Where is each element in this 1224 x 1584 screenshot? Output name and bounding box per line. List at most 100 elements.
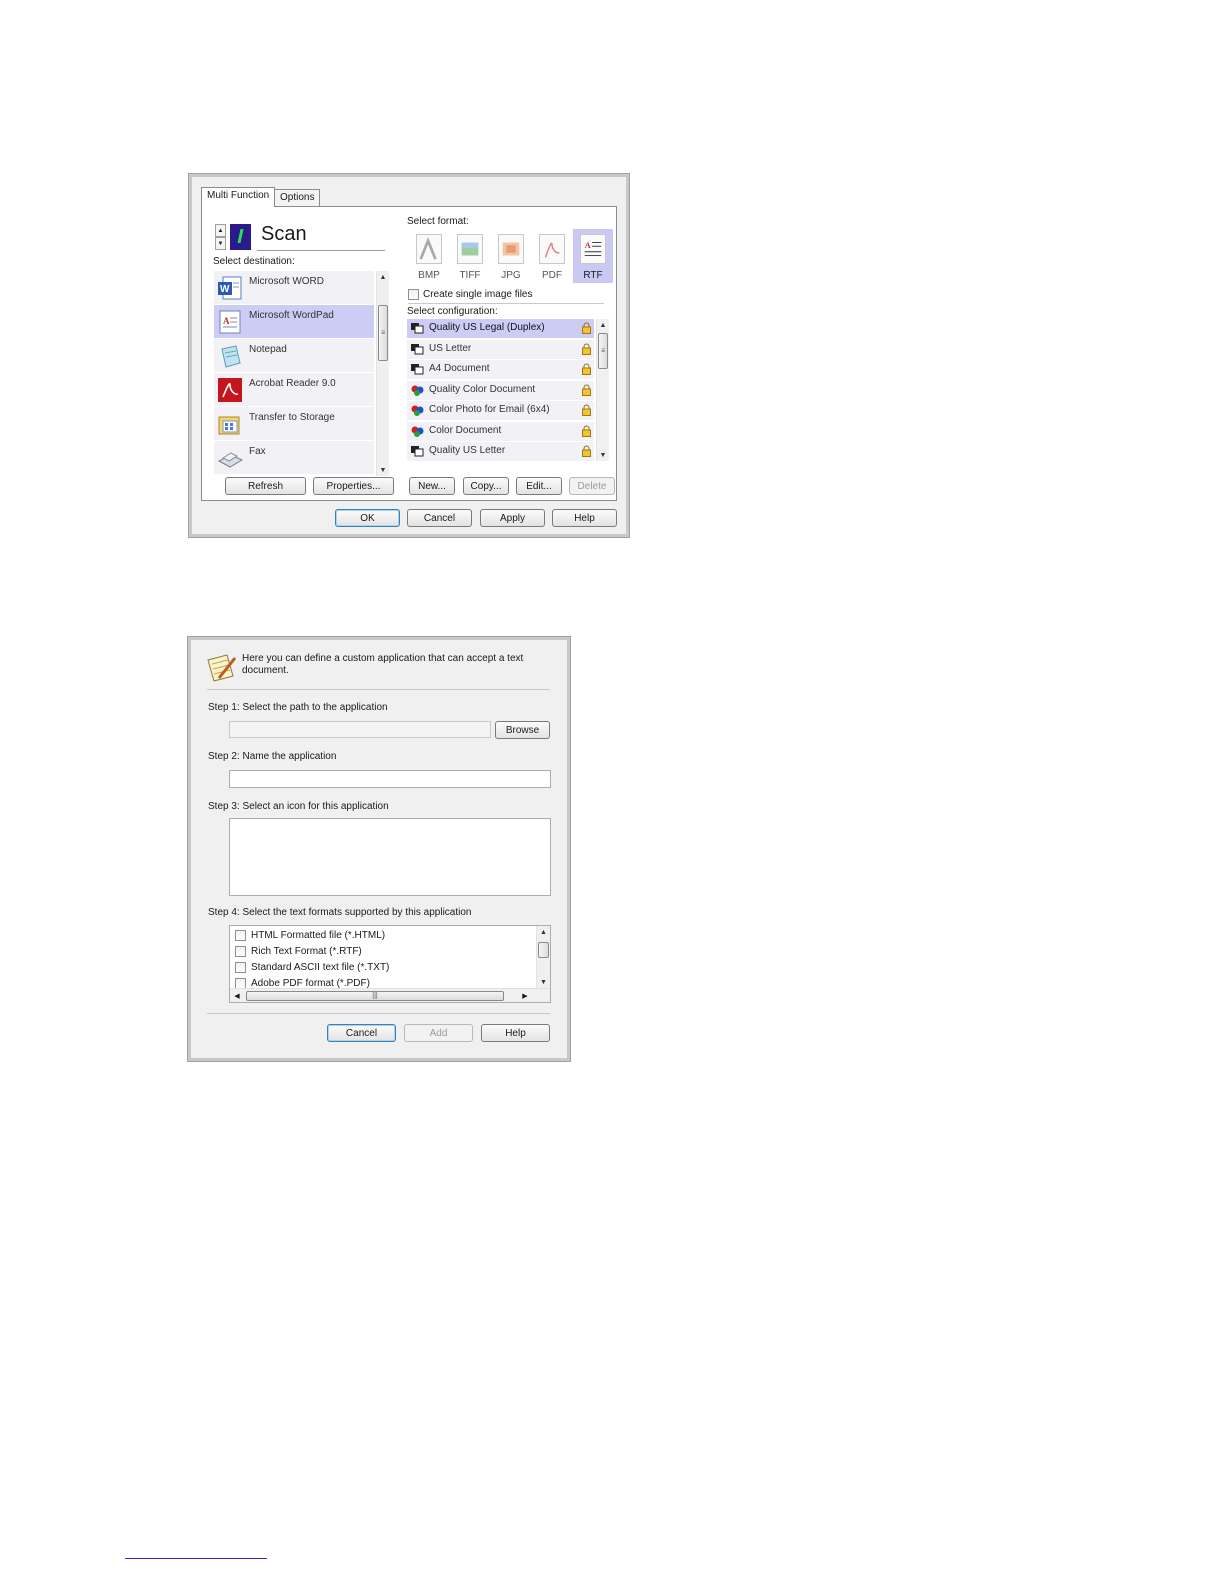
intro-line-1: Here you can define a custom application… xyxy=(242,653,524,664)
custom-application-dialog: Here you can define a custom application… xyxy=(187,636,571,1062)
bw-config-icon xyxy=(411,323,424,334)
destination-item-word[interactable]: W Microsoft WORD xyxy=(214,271,374,304)
configuration-list[interactable]: Quality US Legal (Duplex) US Letter A4 Doc… xyxy=(407,319,610,461)
format-item-html[interactable]: HTML Formatted file (*.HTML) xyxy=(235,928,385,943)
properties-button[interactable]: Properties... xyxy=(313,477,394,495)
format-item-label: Standard ASCII text file (*.TXT) xyxy=(251,962,390,973)
destination-item-wordpad[interactable]: A Microsoft WordPad xyxy=(214,305,374,338)
bw-config-icon xyxy=(411,446,424,457)
format-tiff[interactable]: TIFF xyxy=(450,229,490,283)
scroll-up-icon[interactable]: ▲ xyxy=(537,926,550,938)
spin-down-icon[interactable]: ▼ xyxy=(215,237,226,250)
select-format-label: Select format: xyxy=(407,216,469,227)
configuration-item[interactable]: Quality Color Document xyxy=(407,380,594,400)
delete-button[interactable]: Delete xyxy=(569,477,615,495)
footer-divider xyxy=(207,1013,550,1014)
configuration-item[interactable]: Quality US Legal (Duplex) xyxy=(407,319,594,338)
horizontal-scrollbar-thumb[interactable]: ||| xyxy=(246,991,504,1001)
scrollbar-thumb[interactable]: ≡ xyxy=(378,305,388,361)
scroll-down-icon[interactable]: ▼ xyxy=(377,464,389,476)
tab-options[interactable]: Options xyxy=(274,189,321,206)
configuration-item[interactable]: Color Document xyxy=(407,421,594,441)
scan-properties-dialog: Multi Function Options ▲ ▼ Scan Select d… xyxy=(188,173,630,538)
destination-list[interactable]: W Microsoft WORD A Microsoft WordPad Not… xyxy=(214,271,389,476)
destination-spinner[interactable]: ▲ ▼ xyxy=(215,224,226,251)
ok-button[interactable]: OK xyxy=(335,509,400,527)
configuration-item[interactable]: Quality US Letter xyxy=(407,442,594,461)
configuration-label: Color Document xyxy=(429,424,502,436)
help-button[interactable]: Help xyxy=(552,509,617,527)
cancel-button[interactable]: Cancel xyxy=(407,509,472,527)
scroll-up-icon[interactable]: ▲ xyxy=(597,319,609,331)
destination-item-storage[interactable]: Transfer to Storage xyxy=(214,407,374,440)
format-jpg[interactable]: JPG xyxy=(491,229,531,283)
destination-label: Acrobat Reader 9.0 xyxy=(249,378,336,389)
formats-horizontal-scrollbar[interactable]: ◀ ||| ▶ xyxy=(230,988,550,1002)
pdf-file-icon xyxy=(539,234,565,264)
format-item-txt[interactable]: Standard ASCII text file (*.TXT) xyxy=(235,960,389,975)
configuration-item[interactable]: A4 Document xyxy=(407,360,594,379)
icon-selection-box[interactable] xyxy=(229,818,551,896)
formats-vertical-scrollbar[interactable]: ▲ ▼ xyxy=(536,926,550,988)
notepad-icon xyxy=(221,345,241,368)
format-bmp[interactable]: BMP xyxy=(409,229,449,283)
footnote-rule xyxy=(125,1558,267,1559)
scroll-right-icon[interactable]: ▶ xyxy=(520,990,530,1002)
configuration-label: Color Photo for Email (6x4) xyxy=(429,404,550,415)
single-image-checkbox[interactable] xyxy=(408,289,419,300)
help-button[interactable]: Help xyxy=(481,1024,550,1042)
select-configuration-label: Select configuration: xyxy=(407,306,498,317)
add-button[interactable]: Add xyxy=(404,1024,473,1042)
configuration-label: Quality US Legal (Duplex) xyxy=(429,322,545,333)
scroll-down-icon[interactable]: ▼ xyxy=(537,976,550,988)
intro-divider xyxy=(207,689,550,690)
configuration-item[interactable]: US Letter xyxy=(407,339,594,359)
browse-button[interactable]: Browse xyxy=(495,721,550,739)
scroll-up-icon[interactable]: ▲ xyxy=(377,271,389,283)
configuration-label: Quality US Letter xyxy=(429,445,506,456)
configuration-label: US Letter xyxy=(429,342,472,354)
destination-item-fax[interactable]: Fax xyxy=(214,441,374,474)
intro-line-2: document. xyxy=(242,665,289,676)
new-button[interactable]: New... xyxy=(409,477,455,495)
copy-button[interactable]: Copy... xyxy=(463,477,509,495)
lock-icon xyxy=(582,404,591,416)
format-pdf[interactable]: PDF xyxy=(532,229,572,283)
destination-item-notepad[interactable]: Notepad xyxy=(214,339,374,372)
lock-icon xyxy=(582,445,591,457)
format-item-rtf[interactable]: Rich Text Format (*.RTF) xyxy=(235,944,362,959)
jpg-file-icon xyxy=(498,234,524,264)
refresh-button[interactable]: Refresh xyxy=(225,477,306,495)
application-name-input[interactable] xyxy=(229,770,551,788)
lock-icon xyxy=(582,343,591,355)
destination-label: Transfer to Storage xyxy=(249,412,335,423)
configuration-item[interactable]: Color Photo for Email (6x4) xyxy=(407,401,594,420)
bmp-file-icon xyxy=(416,234,442,264)
tab-multi-function[interactable]: Multi Function xyxy=(201,187,276,207)
lock-icon xyxy=(582,363,591,375)
scrollbar-thumb[interactable]: ≡ xyxy=(598,333,608,369)
edit-button[interactable]: Edit... xyxy=(516,477,562,495)
destination-scrollbar[interactable]: ▲ ≡ ▼ xyxy=(376,271,389,476)
scrollbar-thumb[interactable] xyxy=(538,942,549,958)
format-label: BMP xyxy=(418,270,440,281)
format-rtf[interactable]: A RTF xyxy=(573,229,613,283)
application-path-input[interactable] xyxy=(229,721,491,738)
tiff-file-icon xyxy=(457,234,483,264)
destination-item-acrobat[interactable]: Acrobat Reader 9.0 xyxy=(214,373,374,406)
single-image-option[interactable]: Create single image files xyxy=(408,289,533,300)
multi-function-panel: ▲ ▼ Scan Select destination: W Microsoft… xyxy=(201,206,617,501)
format-checkbox[interactable] xyxy=(235,946,246,957)
spin-up-icon[interactable]: ▲ xyxy=(215,224,226,237)
format-checkbox[interactable] xyxy=(235,930,246,941)
cancel-button[interactable]: Cancel xyxy=(327,1024,396,1042)
apply-button[interactable]: Apply xyxy=(480,509,545,527)
scroll-left-icon[interactable]: ◀ xyxy=(232,990,242,1002)
configuration-scrollbar[interactable]: ▲ ≡ ▼ xyxy=(596,319,609,461)
acrobat-icon xyxy=(218,378,242,402)
format-checkbox[interactable] xyxy=(235,962,246,973)
notepad-pencil-icon xyxy=(207,654,237,682)
select-destination-label: Select destination: xyxy=(213,256,295,267)
text-formats-list[interactable]: HTML Formatted file (*.HTML) Rich Text F… xyxy=(229,925,551,1003)
scroll-down-icon[interactable]: ▼ xyxy=(597,449,609,461)
